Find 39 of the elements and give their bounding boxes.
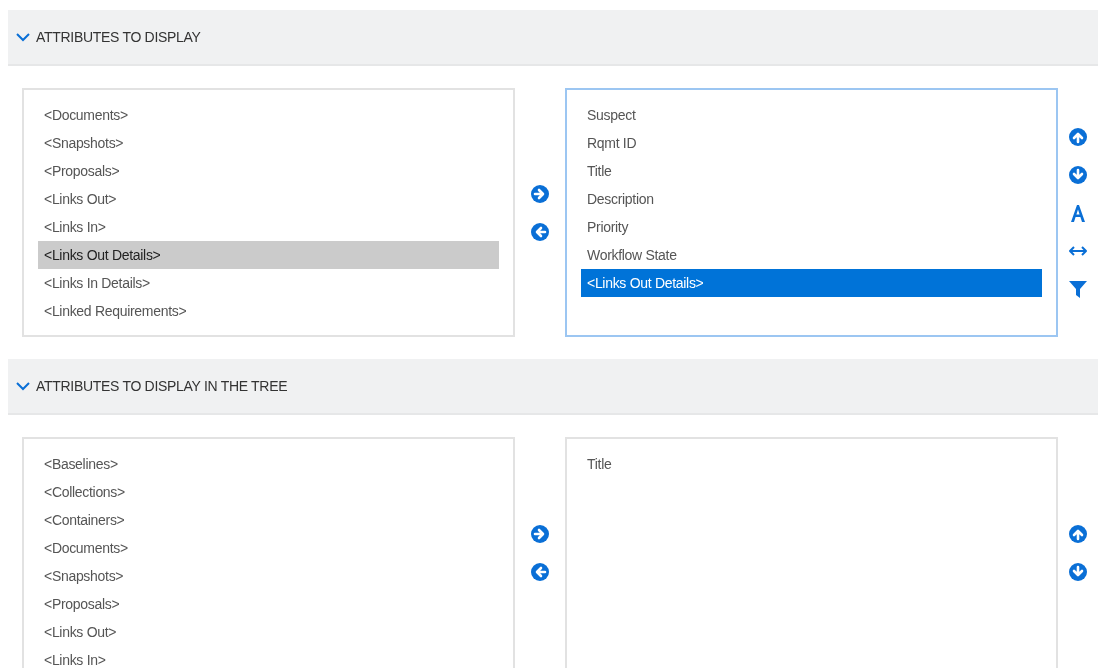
list-item[interactable]: <Links Out Details>: [581, 269, 1043, 297]
list-item[interactable]: <Documents>: [38, 534, 500, 562]
section-title: ATTRIBUTES TO DISPLAY: [36, 27, 201, 47]
arrow-right-icon[interactable]: [530, 523, 551, 544]
list-item[interactable]: <Proposals>: [38, 590, 500, 618]
list-item[interactable]: <Links In>: [38, 646, 500, 668]
list-item[interactable]: <Containers>: [38, 506, 500, 534]
arrow-down-icon[interactable]: [1068, 561, 1089, 582]
arrow-right-icon[interactable]: [530, 183, 551, 204]
list-item[interactable]: Workflow State: [581, 241, 1043, 269]
arrow-up-icon[interactable]: [1068, 523, 1089, 544]
list-item[interactable]: <Links In>: [38, 213, 500, 241]
list-item[interactable]: Title: [581, 450, 1043, 478]
list-item[interactable]: Suspect: [581, 101, 1043, 129]
chevron-down-icon: [16, 32, 30, 42]
arrow-left-icon[interactable]: [530, 221, 551, 242]
list-item[interactable]: <Proposals>: [38, 157, 500, 185]
list-item[interactable]: <Links Out>: [38, 618, 500, 646]
list-item[interactable]: Priority: [581, 213, 1043, 241]
list-item[interactable]: <Collections>: [38, 478, 500, 506]
list-item[interactable]: <Baselines>: [38, 450, 500, 478]
list-item[interactable]: Title: [581, 157, 1043, 185]
section-header[interactable]: ATTRIBUTES TO DISPLAY: [8, 10, 1098, 66]
arrow-left-icon[interactable]: [530, 561, 551, 582]
section-header[interactable]: ATTRIBUTES TO DISPLAY IN THE TREE: [8, 359, 1098, 415]
list-item[interactable]: <Links In Details>: [38, 269, 500, 297]
list-item[interactable]: Rqmt ID: [581, 129, 1043, 157]
arrow-down-icon[interactable]: [1068, 164, 1089, 185]
chevron-down-icon: [16, 381, 30, 391]
list-item[interactable]: <Links Out Details>: [38, 241, 500, 269]
list-item[interactable]: <Snapshots>: [38, 562, 500, 590]
filter-icon[interactable]: [1068, 278, 1089, 299]
list-item[interactable]: <Links Out>: [38, 185, 500, 213]
arrow-up-icon[interactable]: [1068, 126, 1089, 147]
list-item[interactable]: <Snapshots>: [38, 129, 500, 157]
list-item[interactable]: Description: [581, 185, 1043, 213]
section-title: ATTRIBUTES TO DISPLAY IN THE TREE: [36, 376, 288, 396]
list-item[interactable]: <Linked Requirements>: [38, 297, 500, 325]
list-item[interactable]: <Documents>: [38, 101, 500, 129]
